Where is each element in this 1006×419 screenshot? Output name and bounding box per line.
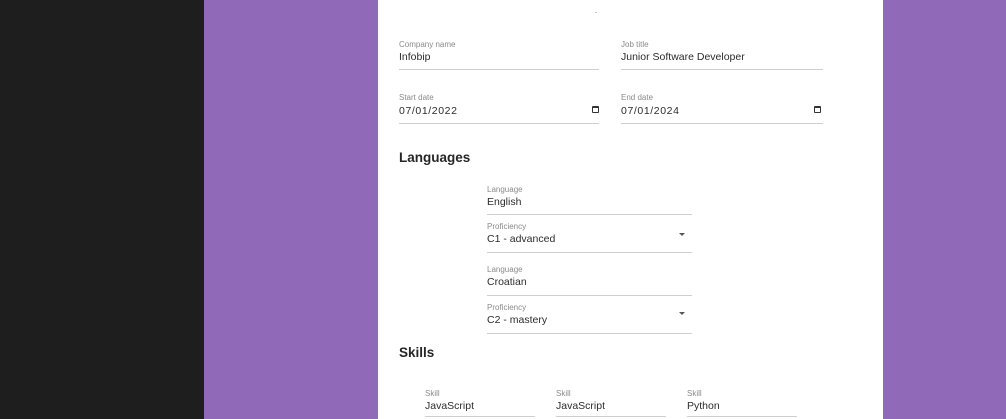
dropdown-caret-icon[interactable]	[679, 233, 685, 236]
job-title-value: Junior Software Developer	[621, 51, 745, 63]
proficiency-select-2[interactable]: Proficiency C2 - mastery	[487, 301, 692, 334]
language-field-2[interactable]: Language Croatian	[487, 262, 692, 296]
purple-background-right	[883, 0, 1006, 419]
skill-value: Python	[687, 400, 720, 412]
calendar-icon[interactable]	[592, 106, 599, 113]
proficiency-select-1[interactable]: Proficiency C1 - advanced	[487, 219, 692, 253]
skill-field-3[interactable]: Skill Python	[687, 386, 797, 417]
start-date-field[interactable]: Start date 07/01/2022	[399, 90, 599, 124]
calendar-icon[interactable]	[814, 106, 821, 113]
skill-label: Skill	[556, 389, 571, 398]
end-date-value: 07/01/2024	[621, 105, 680, 117]
left-dark-panel	[0, 0, 204, 419]
end-date-field[interactable]: End date 07/01/2024	[621, 90, 823, 124]
proficiency-value: C1 - advanced	[487, 233, 556, 245]
skill-value: JavaScript	[425, 400, 475, 412]
dropdown-caret-icon[interactable]	[679, 312, 685, 315]
language-label: Language	[487, 265, 523, 274]
skill-value: JavaScript	[556, 400, 606, 412]
start-date-label: Start date	[399, 93, 434, 102]
job-title-label: Job title	[621, 40, 649, 49]
skill-field-1[interactable]: Skill JavaScript	[425, 386, 535, 417]
skill-label: Skill	[687, 389, 702, 398]
job-title-field[interactable]: Job title Junior Software Developer	[621, 37, 823, 70]
start-date-value: 07/01/2022	[399, 105, 458, 117]
form-card: Company name Infobip Job title Junior So…	[378, 0, 883, 419]
divider-dot	[595, 12, 597, 13]
company-name-value: Infobip	[399, 51, 431, 63]
language-field-1[interactable]: Language English	[487, 182, 692, 215]
company-name-field[interactable]: Company name Infobip	[399, 37, 599, 70]
end-date-label: End date	[621, 93, 654, 102]
proficiency-label: Proficiency	[487, 303, 527, 312]
skill-field-2[interactable]: Skill JavaScript	[556, 386, 666, 417]
language-value: English	[487, 196, 522, 208]
purple-background-left	[204, 0, 378, 419]
language-label: Language	[487, 185, 523, 194]
languages-heading: Languages	[399, 150, 471, 165]
proficiency-value: C2 - mastery	[487, 314, 548, 326]
skills-heading: Skills	[399, 345, 435, 360]
skill-label: Skill	[425, 389, 440, 398]
company-name-label: Company name	[399, 40, 456, 49]
language-value: Croatian	[487, 276, 527, 288]
proficiency-label: Proficiency	[487, 222, 527, 231]
